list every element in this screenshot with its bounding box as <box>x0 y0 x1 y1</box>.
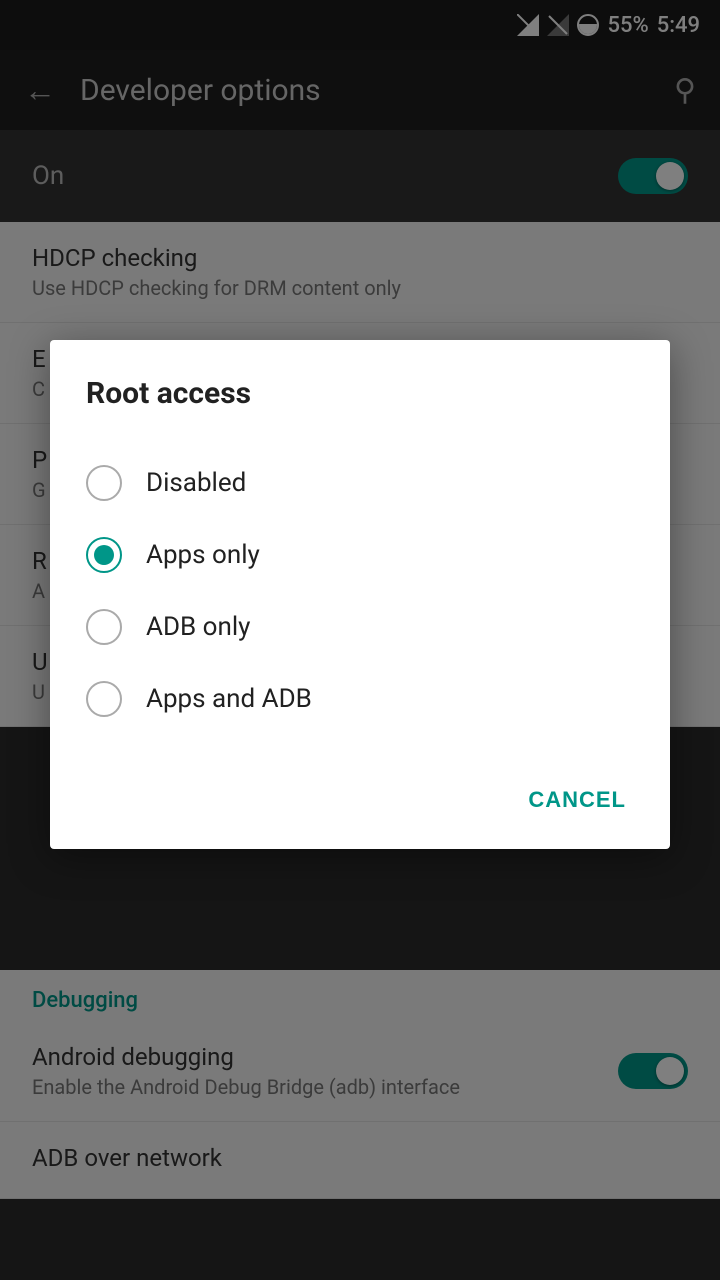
radio-circle-disabled <box>86 465 122 501</box>
radio-circle-apps-and-adb <box>86 681 122 717</box>
radio-circle-adb-only <box>86 609 122 645</box>
dialog-title: Root access <box>86 376 634 411</box>
radio-label-adb-only: ADB only <box>146 612 250 642</box>
radio-option-apps-only[interactable]: Apps only <box>86 519 634 591</box>
root-access-dialog: Root access Disabled Apps only ADB only … <box>50 340 670 849</box>
radio-circle-apps-only <box>86 537 122 573</box>
radio-label-disabled: Disabled <box>146 468 246 498</box>
radio-label-apps-and-adb: Apps and ADB <box>146 684 312 714</box>
dialog-actions: CANCEL <box>86 759 634 825</box>
cancel-button[interactable]: CANCEL <box>520 775 634 825</box>
radio-option-adb-only[interactable]: ADB only <box>86 591 634 663</box>
radio-option-apps-and-adb[interactable]: Apps and ADB <box>86 663 634 735</box>
radio-label-apps-only: Apps only <box>146 540 260 570</box>
radio-option-disabled[interactable]: Disabled <box>86 447 634 519</box>
